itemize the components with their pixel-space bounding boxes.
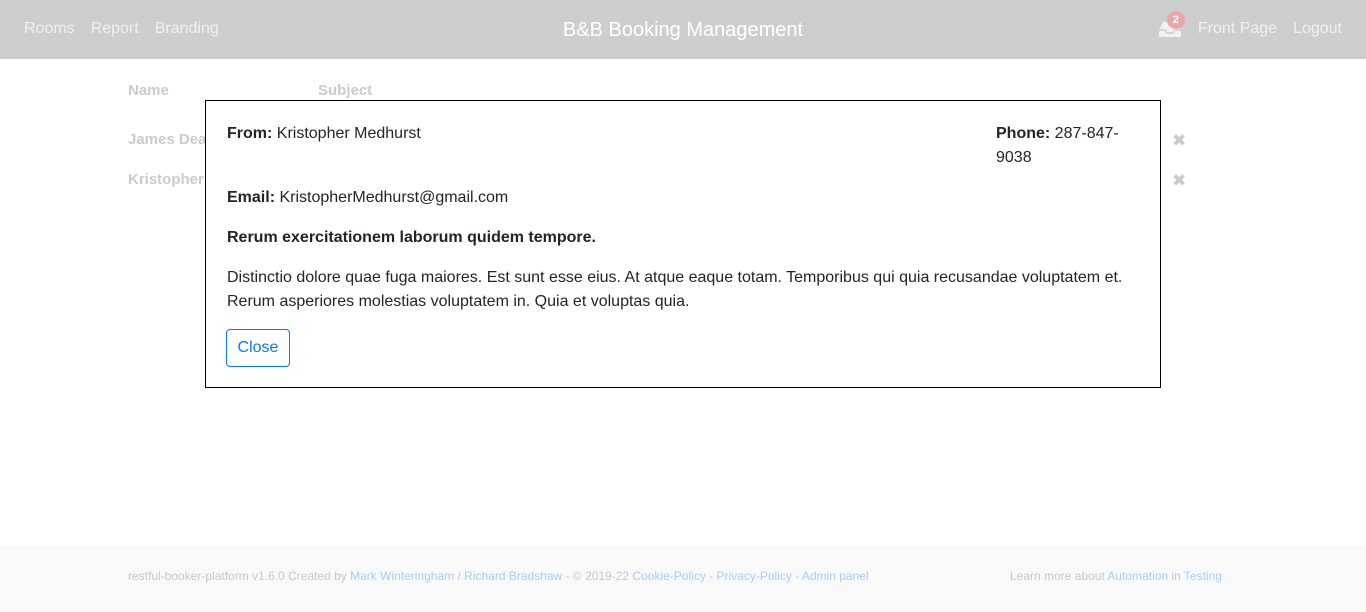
email-label: Email: — [227, 189, 276, 206]
message-subject: Rerum exercitationem laborum quidem temp… — [227, 229, 596, 246]
close-button[interactable]: Close — [226, 329, 290, 367]
message-modal: From: Kristopher Medhurst Phone: 287-847… — [205, 100, 1161, 388]
notification-badge: 2 — [1166, 11, 1185, 29]
column-header-name: Name — [128, 82, 169, 99]
footer-prefix: restful-booker-platform v1.6.0 Created b… — [128, 569, 347, 583]
logout-link[interactable]: Logout — [1293, 20, 1342, 38]
footer-dash: - — [795, 569, 800, 583]
from-value: Kristopher Medhurst — [276, 125, 421, 142]
email-value: KristopherMedhurst@gmail.com — [279, 189, 509, 206]
automation-in-testing-link[interactable]: Automation in Testing — [1107, 569, 1222, 583]
delete-icon[interactable]: ✖ — [1172, 171, 1186, 191]
footer: restful-booker-platform v1.6.0 Created b… — [0, 546, 1366, 612]
front-page-link[interactable]: Front Page — [1198, 20, 1277, 38]
nav-right: 2 Front Page Logout — [1158, 11, 1342, 40]
delete-icon[interactable]: ✖ — [1172, 131, 1186, 151]
nav-links: Rooms Report Branding — [24, 20, 219, 38]
row-name: James Dea — [128, 131, 207, 148]
phone-field: Phone: 287-847-9038 — [996, 122, 1136, 170]
from-label: From: — [227, 125, 273, 142]
footer-learn-more: Learn more about Automation in Testing — [1010, 569, 1222, 583]
nav-link-report[interactable]: Report — [91, 20, 139, 38]
email-field: Email: KristopherMedhurst@gmail.com — [227, 186, 508, 210]
nav-link-rooms[interactable]: Rooms — [24, 20, 75, 38]
footer-dash: - — [709, 569, 714, 583]
column-header-subject: Subject — [318, 82, 373, 99]
phone-label: Phone: — [996, 125, 1051, 142]
row-name: Kristopher — [128, 171, 204, 188]
from-field: From: Kristopher Medhurst — [227, 122, 421, 146]
author-link-mark[interactable]: Mark Winteringham — [350, 569, 454, 583]
brand-title[interactable]: B&B Booking Management — [563, 19, 803, 41]
learn-more-text: Learn more about — [1010, 569, 1105, 583]
privacy-policy-link[interactable]: Privacy-Policy — [717, 569, 792, 583]
footer-credits: restful-booker-platform v1.6.0 Created b… — [128, 569, 869, 583]
footer-separator: / — [457, 569, 461, 583]
message-body: Distinctio dolore quae fuga maiores. Est… — [227, 269, 1123, 310]
cookie-policy-link[interactable]: Cookie-Policy — [632, 569, 705, 583]
author-link-richard[interactable]: Richard Bradshaw — [464, 569, 562, 583]
admin-panel-link[interactable]: Admin panel — [802, 569, 869, 583]
nav-link-branding[interactable]: Branding — [155, 20, 219, 38]
navbar: Rooms Report Branding B&B Booking Manage… — [0, 0, 1366, 59]
inbox-link[interactable]: 2 — [1158, 11, 1185, 40]
footer-copyright: - © 2019-22 — [565, 569, 630, 583]
